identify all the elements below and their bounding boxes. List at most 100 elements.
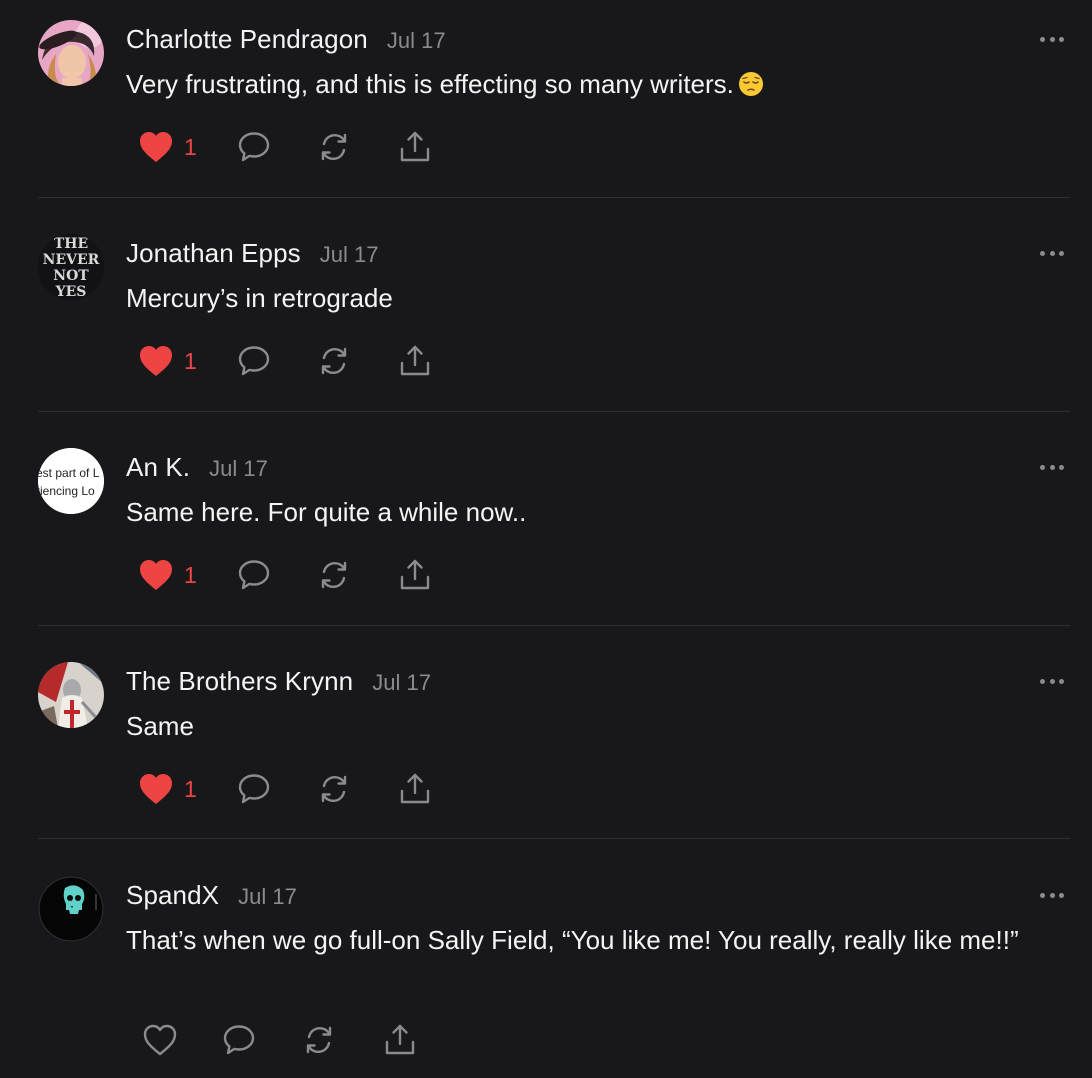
heart-icon xyxy=(140,132,172,162)
comment-feed: Charlotte Pendragon Jul 17 Very frustrat… xyxy=(0,0,1092,1078)
share-upload-icon xyxy=(385,1024,415,1055)
avatar-text-line: THE xyxy=(54,236,88,252)
refresh-arrows-icon xyxy=(321,347,346,375)
avatar-text-line: NEVER xyxy=(43,252,100,268)
comment-body: That’s when we go full-on Sally Field, “… xyxy=(126,921,1046,959)
reply-button[interactable] xyxy=(237,130,271,164)
refresh-arrows-icon xyxy=(321,775,346,803)
avatar-text-line: riencing Lo xyxy=(38,484,95,498)
restack-button[interactable] xyxy=(302,1023,336,1057)
refresh-arrows-icon xyxy=(321,133,346,161)
comment-actions: 1 xyxy=(138,127,432,167)
heart-icon xyxy=(140,774,172,804)
heart-icon xyxy=(140,346,172,376)
comment-date[interactable]: Jul 17 xyxy=(209,456,268,482)
comment-text: Same here. For quite a while now.. xyxy=(126,497,527,527)
share-button[interactable] xyxy=(383,1023,417,1057)
like-count: 1 xyxy=(184,347,197,374)
comment-header: Charlotte Pendragon Jul 17 xyxy=(126,24,446,56)
share-button[interactable] xyxy=(398,558,432,592)
comment-actions: 1 xyxy=(138,555,432,595)
comment-body: Same here. For quite a while now.. xyxy=(126,493,1046,531)
comment-header: An K. Jul 17 xyxy=(126,452,268,484)
speech-bubble-icon xyxy=(238,560,269,590)
avatar[interactable]: est part of L riencing Lo xyxy=(38,448,104,514)
like-button[interactable]: 1 xyxy=(138,558,197,592)
share-button[interactable] xyxy=(398,344,432,378)
like-button[interactable]: 1 xyxy=(138,772,197,806)
comment-date[interactable]: Jul 17 xyxy=(238,884,297,910)
comment-text: Mercury’s in retrograde xyxy=(126,283,393,313)
comment-actions: 1 xyxy=(138,341,432,381)
divider xyxy=(38,411,1070,412)
share-button[interactable] xyxy=(398,772,432,806)
more-options-button[interactable] xyxy=(1040,463,1064,471)
avatar-text-line: est part of L xyxy=(38,466,100,480)
reply-button[interactable] xyxy=(237,344,271,378)
comment-header: The Brothers Krynn Jul 17 xyxy=(126,666,431,698)
speech-bubble-icon xyxy=(223,1025,255,1055)
more-options-button[interactable] xyxy=(1040,35,1064,43)
comment-actions: 1 xyxy=(138,769,432,809)
share-button[interactable] xyxy=(398,130,432,164)
more-options-button[interactable] xyxy=(1040,891,1064,899)
author-name[interactable]: Charlotte Pendragon xyxy=(126,24,368,55)
heart-icon xyxy=(140,560,172,590)
like-button[interactable] xyxy=(142,1023,178,1057)
like-button[interactable]: 1 xyxy=(138,130,197,164)
like-count: 1 xyxy=(184,775,197,802)
share-upload-icon xyxy=(400,773,429,804)
comment-header: Jonathan Epps Jul 17 xyxy=(126,238,379,270)
pensive-face-emoji xyxy=(738,72,763,96)
author-name[interactable]: Jonathan Epps xyxy=(126,238,301,269)
heart-outline-icon xyxy=(143,1024,177,1056)
refresh-arrows-icon xyxy=(306,1026,332,1054)
comment-text: That’s when we go full-on Sally Field, “… xyxy=(126,925,1019,955)
ellipsis-icon xyxy=(1040,250,1045,256)
comment-actions xyxy=(142,1020,417,1060)
avatar-text-line: YES xyxy=(55,284,87,300)
more-options-button[interactable] xyxy=(1040,677,1064,685)
comment-body: Same xyxy=(126,707,1046,745)
restack-button[interactable] xyxy=(317,772,351,806)
author-name[interactable]: An K. xyxy=(126,452,190,483)
comment-text: Very frustrating, and this is effecting … xyxy=(126,69,734,99)
reply-button[interactable] xyxy=(237,558,271,592)
avatar[interactable] xyxy=(38,876,104,942)
comment-date[interactable]: Jul 17 xyxy=(387,28,446,54)
ellipsis-icon xyxy=(1040,678,1045,684)
restack-button[interactable] xyxy=(317,130,351,164)
speech-bubble-icon xyxy=(238,132,269,162)
ellipsis-icon xyxy=(1040,464,1045,470)
like-count: 1 xyxy=(184,561,197,588)
more-options-button[interactable] xyxy=(1040,249,1064,257)
ellipsis-icon xyxy=(1040,892,1045,898)
reply-button[interactable] xyxy=(222,1023,256,1057)
comment-text: Same xyxy=(126,711,194,741)
author-name[interactable]: SpandX xyxy=(126,880,219,911)
share-upload-icon xyxy=(400,131,429,162)
comment-body: Mercury’s in retrograde xyxy=(126,279,1046,317)
divider xyxy=(38,197,1070,198)
divider xyxy=(38,838,1070,839)
like-button[interactable]: 1 xyxy=(138,344,197,378)
avatar[interactable] xyxy=(38,662,104,728)
reply-button[interactable] xyxy=(237,772,271,806)
comment-date[interactable]: Jul 17 xyxy=(320,242,379,268)
avatar[interactable] xyxy=(38,20,104,86)
speech-bubble-icon xyxy=(238,774,269,804)
divider xyxy=(38,625,1070,626)
restack-button[interactable] xyxy=(317,344,351,378)
share-upload-icon xyxy=(400,345,429,376)
comment-header: SpandX Jul 17 xyxy=(126,880,297,912)
author-name[interactable]: The Brothers Krynn xyxy=(126,666,353,697)
comment-body: Very frustrating, and this is effecting … xyxy=(126,65,1046,103)
like-count: 1 xyxy=(184,133,197,160)
avatar[interactable]: THE NEVER NOT YES xyxy=(38,234,104,300)
restack-button[interactable] xyxy=(317,558,351,592)
speech-bubble-icon xyxy=(238,346,269,376)
ellipsis-icon xyxy=(1040,36,1045,42)
share-upload-icon xyxy=(400,559,429,590)
refresh-arrows-icon xyxy=(321,561,346,589)
comment-date[interactable]: Jul 17 xyxy=(372,670,431,696)
